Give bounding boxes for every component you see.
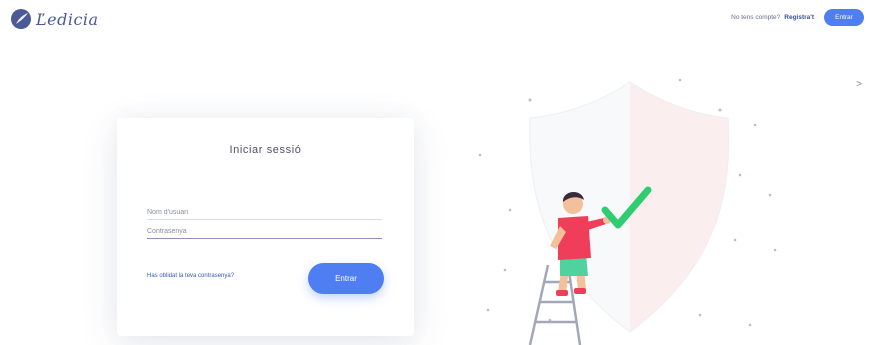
chevron-right-icon[interactable]: > xyxy=(856,79,862,90)
header-login-button[interactable]: Entrar xyxy=(824,9,864,26)
forgot-password-link[interactable]: Has oblidat la teva contrasenya? xyxy=(147,273,234,279)
login-card: Iniciar sessió Has oblidat la teva contr… xyxy=(117,118,414,336)
login-title: Iniciar sessió xyxy=(229,144,302,156)
login-submit-button[interactable]: Entrar xyxy=(308,263,384,294)
password-field-wrapper xyxy=(147,220,382,241)
security-illustration xyxy=(478,78,777,345)
header-actions: No tens compte? Registra't Entrar xyxy=(731,9,864,26)
logo-text: Ľedicia xyxy=(36,9,99,29)
password-input[interactable] xyxy=(147,222,382,241)
username-input[interactable] xyxy=(147,203,382,222)
feather-circle-icon xyxy=(11,9,31,29)
logo[interactable]: Ľedicia xyxy=(10,8,99,30)
username-field-wrapper xyxy=(147,201,382,222)
top-navbar: Ľedicia No tens compte? Registra't Entra… xyxy=(0,0,870,40)
register-link[interactable]: Registra't xyxy=(784,14,814,21)
no-account-text: No tens compte? xyxy=(731,14,781,21)
ladder xyxy=(528,264,582,345)
